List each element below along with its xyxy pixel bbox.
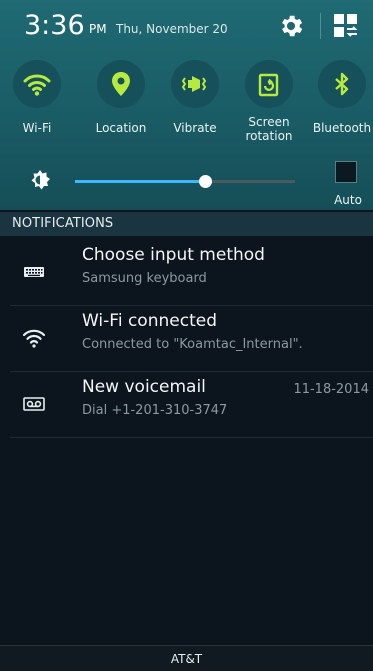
- notifications-header-label: NOTIFICATIONS: [12, 216, 114, 231]
- toggle-screen-rotation[interactable]: Screen rotation: [232, 58, 306, 148]
- status-date: Thu, November 20: [116, 22, 228, 36]
- toggle-vibrate-label: Vibrate: [173, 121, 217, 135]
- auto-brightness-label: Auto: [334, 193, 362, 207]
- carrier-name: AT&T: [170, 652, 203, 666]
- notification-voicemail[interactable]: New voicemail Dial +1-201-310-3747 11-18…: [10, 372, 373, 438]
- status-row: 3:36 PM Thu, November 20: [0, 0, 373, 56]
- notification-title: New voicemail: [82, 377, 206, 397]
- voicemail-icon: [23, 397, 45, 411]
- toggle-vibrate-circle: [171, 60, 219, 108]
- clock-ampm: PM: [89, 22, 107, 36]
- brightness-row: Auto: [0, 152, 373, 210]
- quick-toggles: Wi-Fi Location Vibrate Screen rotation B…: [0, 58, 373, 148]
- toggle-wifi-label: Wi-Fi: [22, 121, 52, 135]
- notifications-header: NOTIFICATIONS: [0, 212, 373, 236]
- notification-shade: 3:36 PM Thu, November 20 Wi-Fi Location …: [0, 0, 373, 671]
- toggle-bluetooth-label: Bluetooth: [312, 121, 372, 135]
- toggle-bluetooth-circle: [318, 60, 366, 108]
- toggle-wifi[interactable]: Wi-Fi: [0, 58, 74, 148]
- toggle-vibrate[interactable]: Vibrate: [158, 58, 232, 148]
- toggle-location-label: Location: [95, 121, 147, 135]
- notification-subtitle: Samsung keyboard: [82, 271, 207, 286]
- header-divider: [320, 13, 321, 39]
- notification-time: 11-18-2014: [293, 382, 369, 397]
- brightness-slider-fill: [75, 180, 205, 183]
- wifi-icon: [22, 329, 46, 348]
- screen-rotation-icon: [258, 73, 279, 97]
- bluetooth-icon: [335, 72, 349, 96]
- toggle-location-circle: [97, 60, 145, 108]
- toggle-location[interactable]: Location: [84, 58, 158, 148]
- notification-title: Choose input method: [82, 245, 265, 265]
- keyboard-icon: [24, 267, 44, 277]
- grid-edit-icon[interactable]: [333, 13, 359, 39]
- brightness-slider-track[interactable]: [75, 180, 295, 183]
- clock-time: 3:36: [24, 10, 85, 41]
- brightness-slider-thumb[interactable]: [199, 175, 212, 188]
- toggle-bluetooth[interactable]: Bluetooth: [305, 58, 373, 148]
- toggle-screen-rotation-label: Screen rotation: [245, 115, 293, 143]
- brightness-icon: [31, 170, 50, 190]
- location-pin-icon: [112, 72, 130, 96]
- notification-input-method[interactable]: Choose input method Samsung keyboard: [10, 240, 373, 306]
- vibrate-icon: [181, 76, 207, 92]
- notification-subtitle: Connected to "Koamtac_Internal".: [82, 337, 303, 352]
- notification-wifi-connected[interactable]: Wi-Fi connected Connected to "Koamtac_In…: [10, 306, 373, 372]
- auto-brightness-checkbox[interactable]: [335, 161, 357, 183]
- gear-icon[interactable]: [277, 12, 305, 40]
- quick-panel: 3:36 PM Thu, November 20 Wi-Fi Location …: [0, 0, 373, 210]
- toggle-screen-rotation-circle: [245, 60, 293, 108]
- carrier-bar: AT&T: [0, 645, 373, 671]
- notification-title: Wi-Fi connected: [82, 311, 217, 331]
- notification-subtitle: Dial +1-201-310-3747: [82, 403, 228, 418]
- wifi-icon: [23, 74, 51, 96]
- toggle-wifi-circle: [13, 60, 61, 108]
